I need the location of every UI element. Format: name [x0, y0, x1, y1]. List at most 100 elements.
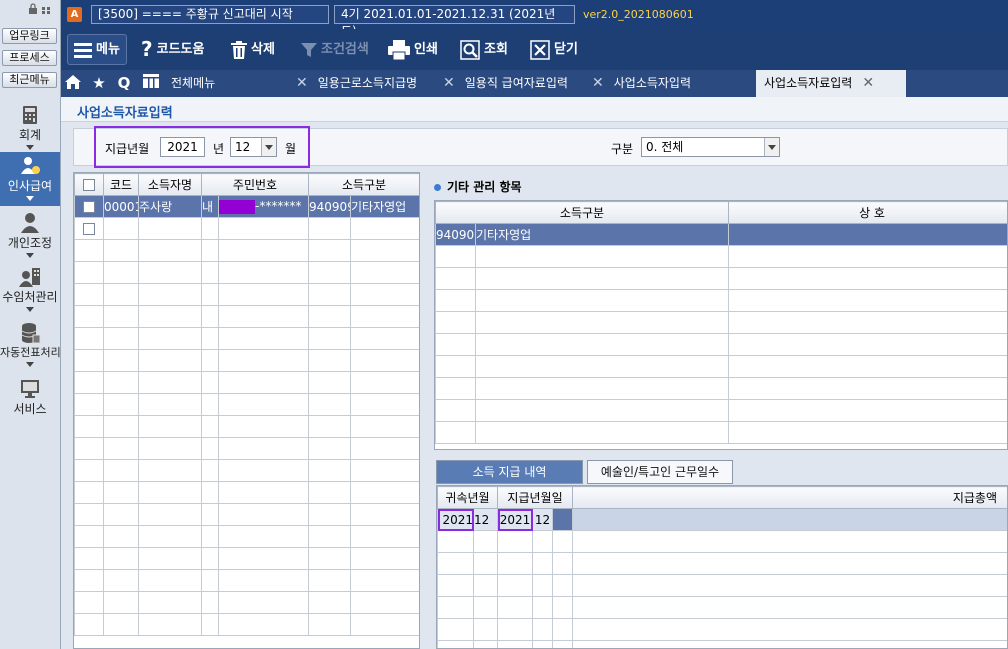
checkbox[interactable]: [83, 201, 95, 213]
category-select[interactable]: 0. 전체: [641, 137, 780, 157]
print-button[interactable]: 인쇄: [388, 29, 438, 70]
empty-row[interactable]: [435, 267, 1007, 290]
star-icon[interactable]: ★: [89, 74, 109, 92]
rrn-cell[interactable]: -*******: [217, 195, 310, 218]
empty-row[interactable]: [435, 245, 1007, 268]
delete-button[interactable]: 삭제: [231, 29, 275, 70]
empty-row[interactable]: [74, 349, 419, 372]
empty-row[interactable]: [74, 261, 419, 284]
empty-row[interactable]: [74, 525, 419, 548]
income-code-cell[interactable]: 940909: [308, 195, 352, 218]
empty-row[interactable]: [435, 289, 1007, 312]
monitor-icon: [21, 380, 39, 398]
empty-row[interactable]: [437, 640, 1007, 648]
empty-row[interactable]: [74, 613, 419, 636]
code-cell[interactable]: 00001: [103, 195, 139, 218]
nav-hr-payroll[interactable]: 인사급여: [0, 152, 60, 206]
attr-month-cell[interactable]: 12: [472, 508, 499, 531]
pay-month-cell[interactable]: 12: [532, 508, 554, 531]
nav-accounting[interactable]: 회계: [0, 104, 60, 152]
tab-artist-work-days[interactable]: 예술인/특고인 근무일수: [587, 460, 733, 484]
empty-row[interactable]: [74, 569, 419, 592]
total-amount-cell[interactable]: [572, 508, 1007, 531]
pay-year-input[interactable]: 2021: [160, 137, 205, 157]
tab-close-icon[interactable]: ✕: [296, 70, 308, 97]
tab-daily-payroll-input[interactable]: ✕ 일용직 급여자료입력: [443, 70, 568, 97]
pay-month-select[interactable]: 12: [230, 137, 277, 157]
tab-daily-income-statement[interactable]: ✕ 일용근로소득지급명: [296, 70, 417, 97]
table-row[interactable]: 940909 기타자영업: [435, 223, 1007, 246]
empty-row[interactable]: [74, 305, 419, 328]
trade-name-cell[interactable]: [728, 223, 1007, 246]
tab-all-menu[interactable]: 전체메뉴: [171, 70, 215, 97]
recent-menu-button[interactable]: 최근메뉴: [2, 72, 57, 88]
nav-client-management[interactable]: 수임처관리: [0, 266, 60, 316]
empty-row[interactable]: [437, 618, 1007, 641]
income-name-cell[interactable]: 기타자영업: [350, 195, 419, 218]
income-name-cell[interactable]: 기타자영업: [474, 223, 730, 246]
pay-year-cell[interactable]: 2021: [497, 508, 534, 531]
earner-table: 코드 소득자명 주민번호 소득구분 00001 주사랑 내 -******* 9…: [74, 173, 419, 636]
checkbox[interactable]: [83, 223, 95, 235]
nav-label: 개인조정: [7, 236, 53, 250]
tab-close-icon[interactable]: ✕: [862, 70, 874, 97]
empty-row[interactable]: [437, 596, 1007, 619]
income-code-cell[interactable]: 940909: [435, 223, 476, 246]
select-all-header[interactable]: [74, 173, 104, 196]
empty-row[interactable]: [74, 591, 419, 614]
empty-row[interactable]: [435, 355, 1007, 378]
quick-search-icon[interactable]: Q: [114, 74, 134, 92]
nav-auto-voucher[interactable]: 자동전표처리: [0, 322, 61, 372]
condition-search-button[interactable]: 조건검색: [301, 29, 369, 70]
checkbox[interactable]: [83, 179, 95, 191]
table-row[interactable]: 2021 12 2021 12: [437, 508, 1007, 531]
nav-service[interactable]: 서비스: [0, 378, 60, 420]
tab-business-income-earner[interactable]: ✕ 사업소득자입력: [592, 70, 691, 97]
process-button[interactable]: 프로세스: [2, 50, 57, 66]
home-icon[interactable]: [63, 74, 83, 92]
lock-icon[interactable]: [28, 3, 56, 17]
empty-row[interactable]: [437, 530, 1007, 553]
empty-row[interactable]: [74, 327, 419, 350]
empty-row[interactable]: [74, 393, 419, 416]
chevron-down-icon[interactable]: [764, 138, 779, 156]
menu-grid-icon[interactable]: [141, 74, 161, 92]
table-row[interactable]: 00001 주사랑 내 -******* 940909 기타자영업: [74, 195, 419, 218]
flag-cell[interactable]: 내: [201, 195, 219, 218]
attr-year-cell[interactable]: 2021: [437, 508, 474, 531]
empty-row[interactable]: [435, 311, 1007, 334]
name-cell[interactable]: 주사랑: [138, 195, 202, 218]
tab-payment-history[interactable]: 소득 지급 내역: [436, 460, 583, 484]
empty-row[interactable]: [74, 503, 419, 526]
close-button[interactable]: 닫기: [530, 29, 578, 70]
empty-row[interactable]: [435, 333, 1007, 356]
hamburger-icon: [74, 42, 92, 58]
empty-row[interactable]: [74, 437, 419, 460]
empty-row[interactable]: [437, 552, 1007, 575]
empty-row[interactable]: [437, 574, 1007, 597]
empty-row[interactable]: [435, 399, 1007, 422]
empty-row[interactable]: [435, 377, 1007, 400]
empty-row[interactable]: [74, 239, 419, 262]
menu-button[interactable]: 메뉴: [67, 34, 127, 65]
inquiry-button[interactable]: 조회: [460, 29, 508, 70]
calculator-icon: [23, 106, 37, 124]
pay-day-cell[interactable]: [552, 508, 574, 531]
empty-row[interactable]: [74, 415, 419, 438]
empty-row[interactable]: [74, 283, 419, 306]
work-link-button[interactable]: 업무링크: [2, 28, 57, 44]
empty-row[interactable]: [74, 547, 419, 570]
tab-business-income-data[interactable]: ✕ 사업소득자료입력: [756, 70, 906, 97]
empty-row[interactable]: [435, 421, 1007, 444]
chevron-down-icon[interactable]: [261, 138, 276, 156]
empty-row[interactable]: [74, 371, 419, 394]
fiscal-period: 4기 2021.01.01-2021.12.31 (2021년도): [334, 5, 575, 38]
code-help-button[interactable]: ? 코드도움: [141, 29, 204, 70]
table-row[interactable]: [74, 217, 419, 240]
row-checkbox-cell[interactable]: [74, 195, 104, 218]
tab-close-icon[interactable]: ✕: [592, 70, 604, 97]
tab-close-icon[interactable]: ✕: [443, 70, 455, 97]
empty-row[interactable]: [74, 481, 419, 504]
nav-personal-adjustment[interactable]: 개인조정: [0, 212, 60, 260]
empty-row[interactable]: [74, 459, 419, 482]
